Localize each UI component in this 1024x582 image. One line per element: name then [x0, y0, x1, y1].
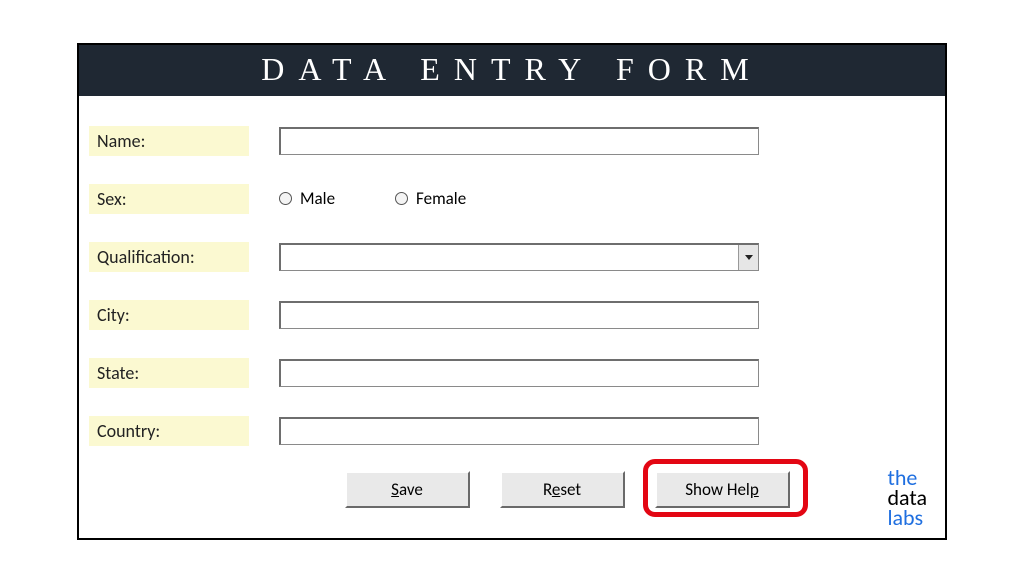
data-entry-form-window: DATA ENTRY FORM Name: Sex: Male Female Q…	[77, 43, 947, 540]
show-help-button[interactable]: Show Help	[655, 471, 790, 508]
label-country: Country:	[89, 416, 249, 446]
row-name: Name:	[89, 126, 925, 156]
label-state: State:	[89, 358, 249, 388]
input-state[interactable]	[279, 359, 759, 387]
logo-line3: labs	[887, 504, 923, 531]
select-qualification[interactable]	[279, 243, 759, 271]
show-help-highlight-wrap: Show Help	[655, 471, 790, 508]
row-state: State:	[89, 358, 925, 388]
brand-logo: the data labs	[887, 468, 927, 527]
reset-button[interactable]: Reset	[500, 471, 625, 508]
label-qualification: Qualification:	[89, 242, 249, 272]
save-button[interactable]: Save	[345, 471, 470, 508]
chevron-down-icon	[745, 255, 753, 260]
label-city: City:	[89, 300, 249, 330]
radio-female[interactable]: Female	[395, 188, 466, 209]
row-country: Country:	[89, 416, 925, 446]
row-sex: Sex: Male Female	[89, 184, 925, 214]
dropdown-button[interactable]	[738, 245, 758, 270]
input-country[interactable]	[279, 417, 759, 445]
select-qualification-value	[281, 245, 738, 270]
input-name[interactable]	[279, 127, 759, 155]
radio-male-label: Male	[300, 188, 335, 209]
row-city: City:	[89, 300, 925, 330]
button-row: Save Reset Show Help	[209, 471, 925, 508]
radio-female-label: Female	[416, 188, 466, 209]
row-qualification: Qualification:	[89, 242, 925, 272]
radio-group-sex: Male Female	[279, 188, 466, 209]
label-name: Name:	[89, 126, 249, 156]
label-sex: Sex:	[89, 184, 249, 214]
radio-male[interactable]: Male	[279, 188, 335, 209]
form-body: Name: Sex: Male Female Qualification:	[79, 96, 945, 538]
radio-circle-icon	[279, 192, 292, 205]
input-city[interactable]	[279, 301, 759, 329]
radio-circle-icon	[395, 192, 408, 205]
form-title: DATA ENTRY FORM	[79, 45, 945, 96]
